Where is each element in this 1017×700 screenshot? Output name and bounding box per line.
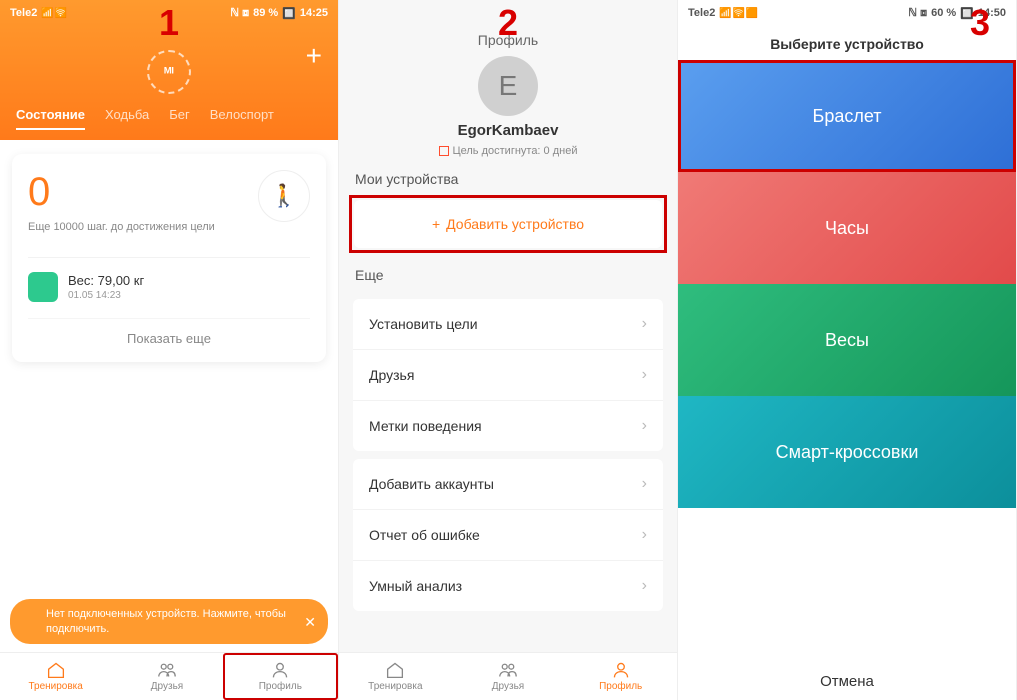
weight-row[interactable]: Вес: 79,00 кг 01.05 14:23 xyxy=(28,257,310,302)
username: EgorKambaev xyxy=(339,122,677,139)
flag-icon xyxy=(439,146,449,156)
chevron-right-icon: › xyxy=(642,475,647,493)
chevron-right-icon: › xyxy=(642,417,647,435)
plus-icon: + xyxy=(432,216,440,232)
row-label: Друзья xyxy=(369,367,414,383)
nav-profile[interactable]: Профиль xyxy=(223,653,338,700)
row-behavior-tags[interactable]: Метки поведения › xyxy=(353,401,663,451)
nav-training[interactable]: Тренировка xyxy=(0,653,111,700)
tab-state[interactable]: Состояние xyxy=(16,107,85,130)
nav-training[interactable]: Тренировка xyxy=(339,653,452,700)
cancel-button[interactable]: Отмена xyxy=(678,673,1016,690)
nav-profile[interactable]: Профиль xyxy=(564,653,677,700)
device-scale[interactable]: Весы xyxy=(678,284,1016,396)
row-label: Отчет об ошибке xyxy=(369,527,480,543)
steps-count: 0 xyxy=(28,170,215,215)
more-heading: Еще xyxy=(339,253,677,291)
tab-run[interactable]: Бег xyxy=(169,107,190,130)
nav-profile-label: Профиль xyxy=(599,681,642,692)
bottom-nav: Тренировка Друзья Профиль xyxy=(339,652,677,700)
add-device-label: Добавить устройство xyxy=(446,216,584,232)
scale-icon xyxy=(28,272,58,302)
battery-percent: 89 % xyxy=(253,7,278,19)
tab-bike[interactable]: Велоспорт xyxy=(210,107,274,130)
row-bug-report[interactable]: Отчет об ошибке › xyxy=(353,510,663,561)
avatar[interactable]: E xyxy=(478,56,538,116)
row-label: Установить цели xyxy=(369,316,478,332)
device-watch[interactable]: Часы xyxy=(678,172,1016,284)
mi-logo: ᴹᴵ xyxy=(147,50,191,94)
nav-profile-label: Профиль xyxy=(259,681,302,692)
nav-training-label: Тренировка xyxy=(368,681,422,692)
row-label: Метки поведения xyxy=(369,418,482,434)
clock: 14:25 xyxy=(300,7,328,19)
weight-date: 01.05 14:23 xyxy=(68,290,144,301)
add-button[interactable]: + xyxy=(306,40,322,72)
nav-friends-label: Друзья xyxy=(151,681,183,692)
row-friends[interactable]: Друзья › xyxy=(353,350,663,401)
row-label: Добавить аккаунты xyxy=(369,476,494,492)
add-device-button[interactable]: + Добавить устройство xyxy=(354,200,662,248)
nav-friends[interactable]: Друзья xyxy=(452,653,565,700)
overlay-number-3: 3 xyxy=(970,2,990,44)
goal-text: Цель достигнута: 0 дней xyxy=(453,145,578,157)
choose-device-title: Выберите устройство xyxy=(678,26,1016,60)
steps-goal-text: Еще 10000 шаг. до достижения цели xyxy=(28,221,215,233)
chevron-right-icon: › xyxy=(642,315,647,333)
nav-friends-label: Друзья xyxy=(492,681,524,692)
weight-value: Вес: 79,00 кг xyxy=(68,273,144,288)
chevron-right-icon: › xyxy=(642,577,647,595)
chevron-right-icon: › xyxy=(642,366,647,384)
activity-card: 0 Еще 10000 шаг. до достижения цели 🚶 Ве… xyxy=(12,154,326,362)
chevron-right-icon: › xyxy=(642,526,647,544)
goal-status: Цель достигнута: 0 дней xyxy=(339,145,677,157)
bottom-nav: Тренировка Друзья Профиль xyxy=(0,652,338,700)
row-add-accounts[interactable]: Добавить аккаунты › xyxy=(353,459,663,510)
nav-friends[interactable]: Друзья xyxy=(111,653,222,700)
signal-icon: 📶 🛜 xyxy=(41,8,66,19)
row-label: Умный анализ xyxy=(369,578,462,594)
toast-text: Нет подключенных устройств. Нажмите, что… xyxy=(46,607,294,636)
overlay-number-2: 2 xyxy=(498,2,518,44)
device-band[interactable]: Браслет xyxy=(678,60,1016,172)
add-device-highlight: + Добавить устройство xyxy=(349,195,667,253)
overlay-number-1: 1 xyxy=(159,2,179,44)
walk-icon[interactable]: 🚶 xyxy=(258,170,310,222)
device-shoes[interactable]: Смарт-кроссовки xyxy=(678,396,1016,508)
close-icon[interactable]: ✕ xyxy=(304,613,316,631)
nav-training-label: Тренировка xyxy=(28,681,82,692)
nfc-icon: ℕ ⧈ xyxy=(230,6,249,20)
tab-walk[interactable]: Ходьба xyxy=(105,107,149,130)
row-smart-analysis[interactable]: Умный анализ › xyxy=(353,561,663,611)
row-set-goals[interactable]: Установить цели › xyxy=(353,299,663,350)
my-devices-heading: Мои устройства xyxy=(339,157,677,195)
battery-icon: 🔲 xyxy=(282,7,296,20)
carrier-label: Tele2 xyxy=(10,7,37,19)
connect-device-toast[interactable]: Нет подключенных устройств. Нажмите, что… xyxy=(10,599,328,644)
show-more-button[interactable]: Показать еще xyxy=(28,318,310,346)
